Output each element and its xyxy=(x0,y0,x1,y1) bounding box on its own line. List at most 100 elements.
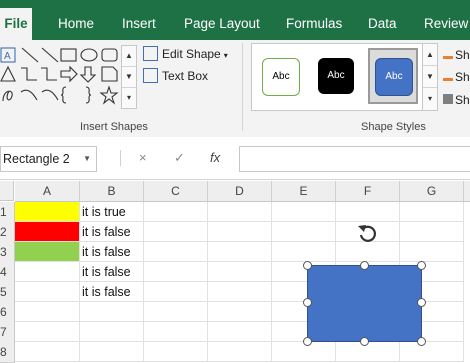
right-brace-shape-icon[interactable] xyxy=(85,86,92,104)
rounded-rectangle-shape-icon[interactable] xyxy=(101,48,118,62)
text-box-shape-icon[interactable]: A xyxy=(0,47,16,63)
cell-g2[interactable] xyxy=(400,222,464,242)
shapes-gallery-scroll[interactable]: ▲ ▼ ▾ xyxy=(121,45,137,109)
enter-icon[interactable]: ✓ xyxy=(174,150,185,166)
cell-g3[interactable] xyxy=(400,242,464,262)
down-arrow-shape-icon[interactable] xyxy=(79,66,97,83)
text-box-button[interactable]: Text Box xyxy=(143,67,208,85)
resize-handle-bottom-left[interactable] xyxy=(303,337,312,346)
elbow-connector-shape-icon[interactable] xyxy=(21,67,37,81)
arrow-line-shape-icon[interactable] xyxy=(41,47,59,63)
cell-c5[interactable] xyxy=(144,282,208,302)
cell-a4[interactable] xyxy=(15,262,80,282)
rectangle-shape-icon[interactable] xyxy=(60,48,77,62)
cell-c7[interactable] xyxy=(144,322,208,342)
tab-insert[interactable]: Insert xyxy=(122,8,156,40)
oval-shape-icon[interactable] xyxy=(80,48,98,62)
resize-handle-top[interactable] xyxy=(360,261,369,270)
column-header-e[interactable]: E xyxy=(272,181,336,202)
gallery-more-icon[interactable]: ▾ xyxy=(122,88,136,108)
cell-f3[interactable] xyxy=(336,242,400,262)
shapes-gallery[interactable]: A xyxy=(0,45,121,110)
cell-b2[interactable]: it is false xyxy=(80,222,144,242)
cell-d6[interactable] xyxy=(208,302,272,322)
column-header-d[interactable]: D xyxy=(208,181,272,202)
cell-b6[interactable] xyxy=(80,302,144,322)
cell-b7[interactable] xyxy=(80,322,144,342)
cell-a2[interactable] xyxy=(15,222,80,242)
row-header-8[interactable]: 8 xyxy=(0,342,15,363)
edit-shape-button[interactable]: Edit Shape ▾ xyxy=(143,45,228,63)
arc-shape-icon[interactable] xyxy=(20,89,38,101)
cell-f1[interactable] xyxy=(336,202,400,222)
cell-b3[interactable]: it is false xyxy=(80,242,144,262)
column-header-g[interactable]: G xyxy=(400,181,464,202)
shape-style-preset-2[interactable]: Abc xyxy=(318,58,354,94)
column-header-c[interactable]: C xyxy=(144,181,208,202)
cell-b1[interactable]: it is true xyxy=(80,202,144,222)
gallery-up-icon[interactable]: ▲ xyxy=(122,46,136,67)
rectangle-shape[interactable] xyxy=(307,265,422,342)
flowchart-shape-icon[interactable] xyxy=(101,66,118,82)
cell-b5[interactable]: it is false xyxy=(80,282,144,302)
row-header-7[interactable]: 7 xyxy=(0,322,15,343)
cell-g8[interactable] xyxy=(400,342,464,362)
tab-formulas[interactable]: Formulas xyxy=(286,8,342,40)
name-box[interactable]: Rectangle 2 ▼ xyxy=(0,146,97,172)
cell-e2[interactable] xyxy=(272,222,336,242)
cell-d3[interactable] xyxy=(208,242,272,262)
shape-effects-button[interactable]: Sh xyxy=(443,91,470,109)
cell-c2[interactable] xyxy=(144,222,208,242)
tab-data[interactable]: Data xyxy=(368,8,397,40)
cell-b8[interactable] xyxy=(80,342,144,362)
row-header-5[interactable]: 5 xyxy=(0,282,15,303)
cell-d1[interactable] xyxy=(208,202,272,222)
row-header-6[interactable]: 6 xyxy=(0,302,15,323)
scribble-shape-icon[interactable] xyxy=(2,90,13,102)
cell-b4[interactable]: it is false xyxy=(80,262,144,282)
rotate-handle-icon[interactable] xyxy=(355,222,379,244)
row-header-2[interactable]: 2 xyxy=(0,222,15,243)
insert-function-icon[interactable]: fx xyxy=(210,150,220,165)
cell-a5[interactable] xyxy=(15,282,80,302)
star-shape-icon[interactable] xyxy=(99,85,119,105)
curve-shape-icon[interactable] xyxy=(41,89,59,101)
cell-c6[interactable] xyxy=(144,302,208,322)
shape-outline-button[interactable]: Sh xyxy=(443,68,470,86)
cell-c1[interactable] xyxy=(144,202,208,222)
select-all-corner[interactable] xyxy=(0,181,14,201)
cell-a7[interactable] xyxy=(15,322,80,342)
resize-handle-top-left[interactable] xyxy=(303,261,312,270)
left-brace-shape-icon[interactable] xyxy=(60,86,67,104)
triangle-shape-icon[interactable] xyxy=(0,65,16,82)
formula-input[interactable] xyxy=(239,146,470,172)
gallery-down-icon[interactable]: ▼ xyxy=(122,67,136,88)
cell-a8[interactable] xyxy=(15,342,80,362)
styles-down-icon[interactable]: ▼ xyxy=(423,66,437,88)
shape-styles-scroll[interactable]: ▲ ▼ ▾ xyxy=(422,43,438,111)
cell-c4[interactable] xyxy=(144,262,208,282)
cell-f8[interactable] xyxy=(336,342,400,362)
shape-fill-button[interactable]: Sh xyxy=(443,44,470,62)
column-header-b[interactable]: B xyxy=(80,181,144,202)
tab-home[interactable]: Home xyxy=(58,8,94,40)
cell-a3[interactable] xyxy=(15,242,80,262)
row-header-4[interactable]: 4 xyxy=(0,262,15,283)
styles-up-icon[interactable]: ▲ xyxy=(423,44,437,66)
resize-handle-top-right[interactable] xyxy=(417,261,426,270)
resize-handle-bottom[interactable] xyxy=(360,337,369,346)
shape-style-preset-1[interactable]: Abc xyxy=(262,58,300,96)
line-shape-icon[interactable] xyxy=(21,47,39,63)
cell-d8[interactable] xyxy=(208,342,272,362)
resize-handle-right[interactable] xyxy=(417,298,426,307)
shape-style-preset-3[interactable]: Abc xyxy=(375,58,413,96)
right-arrow-shape-icon[interactable] xyxy=(60,65,78,83)
cancel-icon[interactable]: × xyxy=(139,150,147,165)
cell-a6[interactable] xyxy=(15,302,80,322)
column-header-h[interactable] xyxy=(464,181,470,202)
cell-c8[interactable] xyxy=(144,342,208,362)
cell-d7[interactable] xyxy=(208,322,272,342)
elbow-arrow-connector-shape-icon[interactable] xyxy=(41,67,57,81)
resize-handle-left[interactable] xyxy=(303,298,312,307)
cell-d4[interactable] xyxy=(208,262,272,282)
